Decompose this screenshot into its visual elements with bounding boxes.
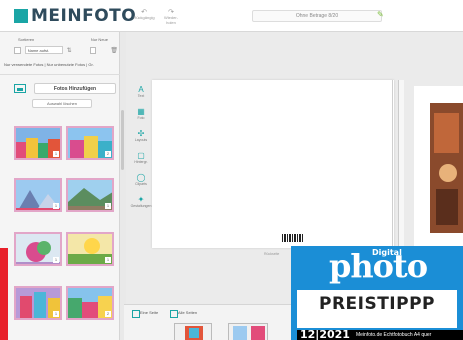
clipart-icon: ◯ — [136, 173, 146, 182]
photo-panel: Sortieren Nur Neue Name aufst. ⇅ 🗑 Nur v… — [0, 32, 120, 340]
photo-thumbnail[interactable]: 2 — [66, 286, 114, 320]
spine-edge — [398, 80, 404, 248]
tool-label: Text — [137, 94, 145, 98]
page-thumbnail[interactable] — [228, 323, 268, 340]
text-icon: A — [138, 85, 144, 94]
tool-layouts[interactable]: ✣ Layouts — [130, 129, 152, 142]
photo-tool-icon: ▦ — [137, 107, 145, 116]
sort-direction-icon[interactable]: ⇅ — [67, 47, 72, 54]
photo-thumbnail[interactable]: 1 — [14, 232, 62, 266]
undo-label: Rück­gängig — [133, 15, 155, 20]
redo-button[interactable]: ↷ Wieder­holen — [160, 9, 182, 25]
new-only-checkbox[interactable] — [89, 46, 97, 54]
usage-badge: 1 — [53, 311, 59, 317]
sort-row: Name aufst. ⇅ 🗑 — [14, 45, 118, 55]
usage-badge: 1 — [105, 203, 111, 209]
photo-thumbnail[interactable]: 1 — [14, 126, 62, 160]
redo-label: Wieder­holen — [163, 15, 178, 25]
new-only-label: Nur Neue — [90, 37, 108, 42]
photo-thumbnail[interactable]: 1 — [14, 286, 62, 320]
photo-icon — [14, 83, 26, 93]
panel-divider — [0, 74, 120, 75]
meinfoto-logo[interactable]: MEINFOTO — [14, 6, 136, 26]
sort-select[interactable]: Name aufst. — [24, 46, 63, 54]
red-edge-decoration — [0, 248, 8, 340]
usage-badge: 2 — [105, 311, 111, 317]
effects-icon: ✦ — [137, 195, 145, 204]
page-caption: Rückseite — [264, 252, 280, 256]
award-description: Meinfoto.de Echtfotobuch A4 quer — [356, 332, 432, 338]
pencil-icon[interactable]: ✎ — [377, 10, 384, 19]
undo-button[interactable]: ↶ Rück­gängig — [133, 9, 155, 20]
book-title-field[interactable]: Ohne Betrage 8/20 — [252, 10, 382, 22]
add-photos-row: Fotos Hinzufügen — [14, 82, 116, 94]
sort-label: Sortieren — [18, 37, 35, 42]
award-headline: PREISTIPPP — [318, 294, 436, 314]
usage-badge: 2 — [105, 151, 111, 157]
photobook-editor: MEINFOTO ↶ Rück­gängig ↷ Wieder­holen Oh… — [0, 0, 463, 340]
next-page-photo[interactable] — [430, 103, 463, 233]
tool-backgrounds[interactable]: ▢ Hintergr. — [130, 151, 152, 164]
background-icon: ▢ — [137, 151, 145, 160]
photo-thumbnail[interactable]: 1 — [66, 232, 114, 266]
layouts-icon: ✣ — [137, 129, 145, 138]
book-page-spread[interactable] — [152, 80, 394, 248]
photo-thumbnail[interactable]: 2 — [66, 126, 114, 160]
tool-effects[interactable]: ✦ Gestaltungen — [130, 195, 152, 208]
photo-panel-scrollbar[interactable] — [121, 110, 124, 170]
photo-thumbnail[interactable]: 1 — [14, 178, 62, 212]
tab-one-page[interactable]: Eine Seite — [132, 309, 158, 318]
trash-icon[interactable]: 🗑 — [110, 47, 118, 54]
award-issue: 12|2021 — [300, 328, 350, 340]
select-checkbox[interactable] — [14, 46, 21, 54]
add-photos-button[interactable]: Fotos Hinzufügen — [34, 82, 116, 94]
award-digital: Digital — [372, 248, 402, 257]
clear-selection-button[interactable]: Auswahl löschen — [32, 99, 92, 108]
logo-text: MEINFOTO — [31, 6, 137, 26]
usage-badge: 1 — [53, 151, 59, 157]
filter-options[interactable]: Nur verwendete Fotos | Nur unbenutzte Fo… — [4, 62, 118, 67]
tab-all-pages[interactable]: Alle Seiten — [170, 309, 197, 318]
tool-label: Gestaltungen — [130, 204, 152, 208]
usage-badge: 1 — [53, 257, 59, 263]
logo-mark-icon — [14, 9, 28, 23]
tool-cliparts[interactable]: ◯ Cliparts — [130, 173, 152, 186]
spine-divider — [392, 80, 393, 248]
tool-label: Foto — [137, 116, 145, 120]
sort-labels: Sortieren Nur Neue — [18, 37, 118, 42]
page-thumbnail[interactable] — [174, 323, 212, 340]
barcode — [282, 234, 304, 242]
tool-text[interactable]: A Text — [130, 85, 152, 98]
tool-label: Layouts — [134, 138, 148, 142]
photo-thumbnail[interactable]: 1 — [66, 178, 114, 212]
top-bar: MEINFOTO ↶ Rück­gängig ↷ Wieder­holen Oh… — [0, 0, 463, 32]
usage-badge: 1 — [53, 203, 59, 209]
tool-photo[interactable]: ▦ Foto — [130, 107, 152, 120]
tool-label: Cliparts — [135, 182, 147, 186]
tool-label: Hintergr. — [134, 160, 148, 164]
usage-badge: 1 — [105, 257, 111, 263]
